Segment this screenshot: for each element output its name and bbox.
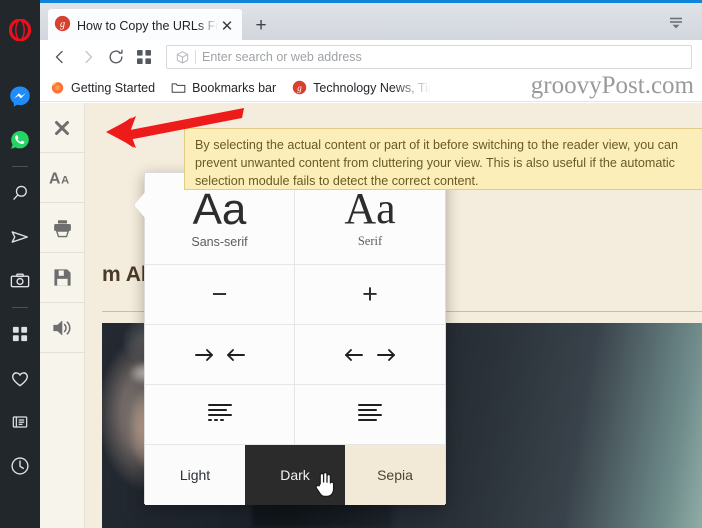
font-sample-serif: Aa — [344, 184, 396, 233]
bookmark-getting-started[interactable]: Getting Started — [50, 80, 155, 95]
address-input[interactable]: Enter search or web address — [202, 50, 362, 64]
column-width-wide-button[interactable] — [295, 325, 445, 385]
back-button[interactable] — [46, 43, 74, 71]
font-size-decrease-button[interactable]: − — [145, 265, 295, 325]
forward-button[interactable] — [74, 43, 102, 71]
groovypost-icon: g — [292, 80, 307, 95]
font-label-serif: Serif — [357, 234, 383, 248]
font-label-sans: Sans-serif — [191, 234, 248, 249]
line-spacing-compact-icon — [206, 400, 234, 429]
bookmark-technology-news[interactable]: g Technology News, Tip — [292, 80, 431, 95]
close-reader-view-button[interactable] — [40, 103, 84, 153]
page-badge-icon — [171, 50, 193, 65]
svg-text:A: A — [49, 170, 60, 186]
groovypost-favicon-icon: g — [54, 15, 71, 37]
speed-dial-icon[interactable] — [0, 312, 40, 356]
tab-strip: g How to Copy the URLs Fro ✕ + — [40, 0, 702, 43]
tab-list-menu-icon[interactable] — [664, 12, 688, 34]
bookmark-label: Bookmarks bar — [192, 80, 277, 95]
bookmark-label: Technology News, Tip — [313, 80, 432, 95]
minus-icon: − — [211, 279, 228, 309]
line-spacing-wide-button[interactable] — [295, 385, 445, 445]
print-button[interactable] — [40, 203, 84, 253]
font-size-increase-button[interactable]: + — [295, 265, 445, 325]
new-tab-button[interactable]: + — [248, 13, 274, 39]
send-icon[interactable] — [0, 215, 40, 259]
save-button[interactable] — [40, 253, 84, 303]
sidebar-separator-2 — [12, 307, 28, 308]
browser-window: g How to Copy the URLs Fro ✕ + Enter sea… — [40, 0, 702, 528]
svg-text:A: A — [61, 174, 69, 186]
tab-close-icon[interactable]: ✕ — [218, 19, 236, 34]
line-spacing-wide-icon — [356, 400, 384, 429]
read-aloud-speaker-button[interactable] — [40, 303, 84, 353]
browser-tab[interactable]: g How to Copy the URLs Fro ✕ — [48, 9, 242, 43]
arrows-outward-icon — [342, 344, 398, 366]
bookmark-bookmarks-bar[interactable]: Bookmarks bar — [171, 81, 276, 95]
plus-icon: + — [362, 279, 378, 309]
bookmarks-bar: Getting Started Bookmarks bar g Technolo… — [40, 74, 702, 102]
history-clock-icon[interactable] — [0, 444, 40, 488]
snapshot-camera-icon[interactable] — [0, 259, 40, 303]
line-spacing-compact-button[interactable] — [145, 385, 295, 445]
svg-text:g: g — [297, 83, 302, 93]
opera-logo-icon[interactable] — [0, 8, 40, 52]
font-size-row: − + — [145, 265, 445, 325]
arrows-inward-icon — [192, 344, 248, 366]
navigation-bar: Enter search or web address — [40, 40, 702, 74]
browser-tab-title: How to Copy the URLs Fro — [77, 19, 218, 33]
messenger-icon[interactable] — [0, 74, 40, 118]
theme-light-label: Light — [179, 467, 211, 483]
reader-view-toolbar: A A — [40, 103, 85, 528]
theme-sepia-button[interactable]: Sepia — [345, 445, 445, 505]
speed-dial-nav-icon[interactable] — [130, 43, 158, 71]
news-icon[interactable] — [0, 400, 40, 444]
column-width-narrow-button[interactable] — [145, 325, 295, 385]
reload-icon[interactable] — [102, 43, 130, 71]
theme-row: Light Dark Sepia — [145, 445, 445, 505]
svg-text:g: g — [60, 19, 65, 30]
line-spacing-row — [145, 385, 445, 445]
bookmark-label: Getting Started — [71, 80, 156, 95]
reader-settings-popup: Aa Sans-serif Aa Serif − + Light Dark Se… — [134, 172, 446, 505]
search-icon[interactable] — [0, 171, 40, 215]
address-bar[interactable]: Enter search or web address — [166, 45, 692, 69]
heart-icon[interactable] — [0, 356, 40, 400]
firefox-icon — [50, 80, 65, 95]
folder-icon — [171, 81, 186, 95]
opera-sidebar — [0, 0, 40, 528]
font-settings-button[interactable]: A A — [40, 153, 84, 203]
theme-sepia-label: Sepia — [377, 467, 413, 483]
theme-dark-button[interactable]: Dark — [245, 445, 345, 505]
column-width-row — [145, 325, 445, 385]
font-sample-sans: Aa — [192, 184, 247, 234]
whatsapp-icon[interactable] — [0, 118, 40, 162]
sidebar-separator-1 — [12, 166, 28, 167]
address-divider — [195, 50, 196, 64]
theme-light-button[interactable]: Light — [145, 445, 245, 505]
callout-tooltip: By selecting the actual content or part … — [184, 128, 702, 190]
theme-dark-label: Dark — [280, 467, 310, 483]
